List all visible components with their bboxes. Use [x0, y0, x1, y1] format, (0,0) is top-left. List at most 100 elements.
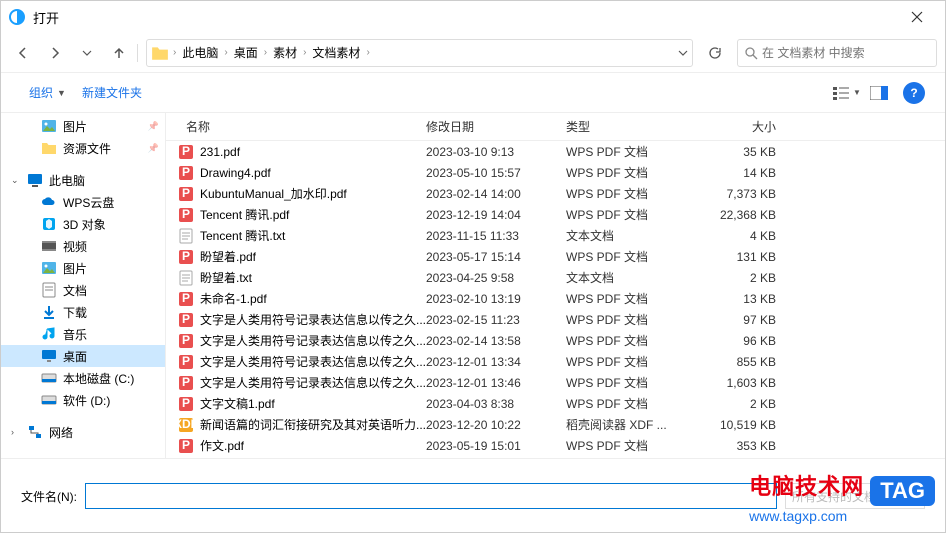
tree-label: 本地磁盘 (C:): [63, 370, 134, 387]
preview-pane-button[interactable]: [863, 81, 895, 105]
new-folder-button[interactable]: 新建文件夹: [74, 80, 150, 105]
col-size[interactable]: 大小: [696, 118, 796, 135]
watermark-url: www.tagxp.com: [749, 508, 935, 524]
file-row[interactable]: 盼望着.pdf2023-05-17 15:14WPS PDF 文档131 KB: [166, 246, 945, 267]
chevron-right-icon[interactable]: ›: [364, 47, 371, 58]
file-row[interactable]: 盼望着.txt2023-04-25 9:58文本文档2 KB: [166, 267, 945, 288]
file-date: 2023-12-19 14:04: [426, 208, 566, 222]
organize-label: 组织: [29, 84, 53, 101]
file-name: Tencent 腾讯.txt: [200, 227, 426, 244]
file-date: 2023-12-20 10:22: [426, 418, 566, 432]
tree-item-软件 (D:)[interactable]: 软件 (D:): [1, 389, 165, 411]
tree-item-3D 对象[interactable]: 3D 对象: [1, 213, 165, 235]
file-row[interactable]: 新闻语篇的词汇衔接研究及其对英语听力...2023-12-20 10:22稻壳阅…: [166, 414, 945, 435]
file-type: WPS PDF 文档: [566, 332, 696, 349]
file-size: 855 KB: [696, 355, 796, 369]
pdf-file-icon: [178, 438, 194, 454]
forward-button[interactable]: [41, 39, 69, 67]
file-name: 文字是人类用符号记录表达信息以传之久...: [200, 311, 426, 328]
tree-item-此电脑[interactable]: ⌄此电脑: [1, 169, 165, 191]
view-mode-button[interactable]: ▼: [831, 81, 863, 105]
tree-item-桌面[interactable]: 桌面: [1, 345, 165, 367]
file-date: 2023-02-10 13:19: [426, 292, 566, 306]
video-icon: [41, 238, 57, 254]
file-type: WPS PDF 文档: [566, 395, 696, 412]
file-row[interactable]: Tencent 腾讯.txt2023-11-15 11:33文本文档4 KB: [166, 225, 945, 246]
organize-button[interactable]: 组织 ▼: [21, 80, 74, 105]
chevron-right-icon[interactable]: ›: [301, 47, 308, 58]
col-name[interactable]: 名称: [166, 118, 426, 135]
help-button[interactable]: ?: [903, 82, 925, 104]
pdf-file-icon: [178, 333, 194, 349]
expand-icon[interactable]: ›: [11, 427, 21, 437]
file-row[interactable]: 文字是人类用符号记录表达信息以传之久...2023-02-14 13:58WPS…: [166, 330, 945, 351]
tree-item-图片[interactable]: 图片: [1, 115, 165, 137]
tree-item-网络[interactable]: ›网络: [1, 421, 165, 443]
nav-tree[interactable]: 图片资源文件⌄此电脑WPS云盘3D 对象视频图片文档下载音乐桌面本地磁盘 (C:…: [1, 113, 166, 458]
file-row[interactable]: 作文.pdf2023-05-19 15:01WPS PDF 文档353 KB: [166, 435, 945, 456]
tree-item-视频[interactable]: 视频: [1, 235, 165, 257]
doc-icon: [41, 282, 57, 298]
app-icon: [9, 9, 25, 25]
tree-item-图片[interactable]: 图片: [1, 257, 165, 279]
refresh-button[interactable]: [701, 39, 729, 67]
file-name: 新闻语篇的词汇衔接研究及其对英语听力...: [200, 416, 426, 433]
file-size: 13 KB: [696, 292, 796, 306]
column-headers[interactable]: 名称 修改日期 类型 大小: [166, 113, 945, 141]
chevron-right-icon[interactable]: ›: [222, 47, 229, 58]
chevron-down-icon[interactable]: [678, 48, 688, 58]
separator: [137, 44, 138, 62]
file-row[interactable]: 文字文稿1.pdf2023-04-03 8:38WPS PDF 文档2 KB: [166, 393, 945, 414]
chevron-right-icon[interactable]: ›: [171, 47, 178, 58]
file-date: 2023-11-15 11:33: [426, 229, 566, 243]
file-row[interactable]: 231.pdf2023-03-10 9:13WPS PDF 文档35 KB: [166, 141, 945, 162]
tree-item-文档[interactable]: 文档: [1, 279, 165, 301]
file-row[interactable]: 未命名-1.pdf2023-02-10 13:19WPS PDF 文档13 KB: [166, 288, 945, 309]
file-name: Tencent 腾讯.pdf: [200, 206, 426, 223]
recent-button[interactable]: [73, 39, 101, 67]
crumb-1[interactable]: 桌面: [230, 44, 262, 61]
expand-icon[interactable]: ⌄: [11, 175, 21, 186]
file-type: 文本文档: [566, 269, 696, 286]
tree-item-下载[interactable]: 下载: [1, 301, 165, 323]
file-date: 2023-05-10 15:57: [426, 166, 566, 180]
file-row[interactable]: 文字是人类用符号记录表达信息以传之久...2023-12-01 13:34WPS…: [166, 351, 945, 372]
file-row[interactable]: 文字是人类用符号记录表达信息以传之久...2023-12-01 13:46WPS…: [166, 372, 945, 393]
main-area: 图片资源文件⌄此电脑WPS云盘3D 对象视频图片文档下载音乐桌面本地磁盘 (C:…: [1, 113, 945, 458]
close-button[interactable]: [897, 1, 937, 33]
col-type[interactable]: 类型: [566, 118, 696, 135]
disk-icon: [41, 392, 57, 408]
search-input[interactable]: [762, 46, 930, 60]
tree-item-本地磁盘 (C:)[interactable]: 本地磁盘 (C:): [1, 367, 165, 389]
file-date: 2023-05-19 15:01: [426, 439, 566, 453]
tree-item-资源文件[interactable]: 资源文件: [1, 137, 165, 159]
file-name: 231.pdf: [200, 145, 426, 159]
col-date[interactable]: 修改日期: [426, 118, 566, 135]
file-name: 文字是人类用符号记录表达信息以传之久...: [200, 374, 426, 391]
chevron-right-icon[interactable]: ›: [262, 47, 269, 58]
file-row[interactable]: Tencent 腾讯.pdf2023-12-19 14:04WPS PDF 文档…: [166, 204, 945, 225]
3d-icon: [41, 216, 57, 232]
up-button[interactable]: [105, 39, 133, 67]
crumb-2[interactable]: 素材: [269, 44, 301, 61]
filename-input[interactable]: [85, 483, 777, 509]
tree-item-音乐[interactable]: 音乐: [1, 323, 165, 345]
file-date: 2023-02-15 11:23: [426, 313, 566, 327]
address-bar: › 此电脑 › 桌面 › 素材 › 文档素材 ›: [1, 33, 945, 73]
back-button[interactable]: [9, 39, 37, 67]
search-box[interactable]: [737, 39, 937, 67]
file-row[interactable]: KubuntuManual_加水印.pdf2023-02-14 14:00WPS…: [166, 183, 945, 204]
crumb-0[interactable]: 此电脑: [178, 44, 222, 61]
file-list[interactable]: 名称 修改日期 类型 大小 231.pdf2023-03-10 9:13WPS …: [166, 113, 945, 458]
tree-label: 3D 对象: [63, 216, 106, 233]
picture-icon: [41, 260, 57, 276]
file-type: WPS PDF 文档: [566, 290, 696, 307]
tree-item-WPS云盘[interactable]: WPS云盘: [1, 191, 165, 213]
crumb-3[interactable]: 文档素材: [308, 44, 364, 61]
filename-label: 文件名(N):: [21, 488, 77, 505]
file-name: 作文.pdf: [200, 437, 426, 454]
breadcrumb[interactable]: › 此电脑 › 桌面 › 素材 › 文档素材 ›: [146, 39, 693, 67]
file-date: 2023-05-17 15:14: [426, 250, 566, 264]
file-row[interactable]: Drawing4.pdf2023-05-10 15:57WPS PDF 文档14…: [166, 162, 945, 183]
file-row[interactable]: 文字是人类用符号记录表达信息以传之久...2023-02-15 11:23WPS…: [166, 309, 945, 330]
